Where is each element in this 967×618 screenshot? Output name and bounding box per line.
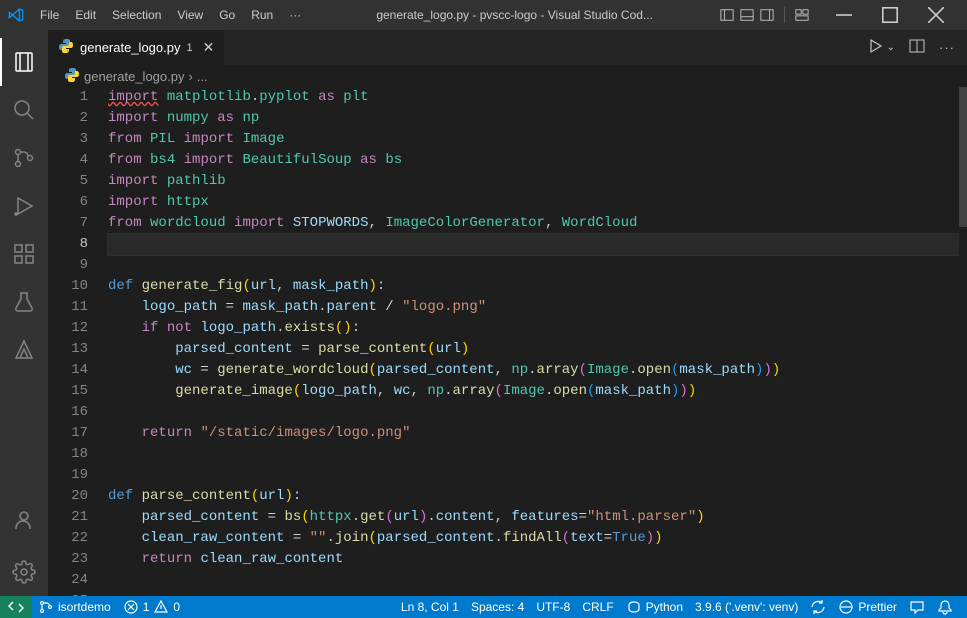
testing-view[interactable]	[0, 278, 48, 326]
layout-controls	[720, 7, 809, 23]
menu-run[interactable]: Run	[243, 0, 281, 30]
main-area: generate_logo.py 1 ✕ ⌄ ··· generate_logo…	[0, 30, 967, 596]
scrollbar[interactable]	[959, 87, 967, 596]
breadcrumbs[interactable]: generate_logo.py › ...	[48, 65, 967, 87]
source-control-view[interactable]	[0, 134, 48, 182]
menu-go[interactable]: Go	[211, 0, 243, 30]
python-file-icon	[64, 67, 80, 86]
error-count: 1	[143, 600, 150, 614]
window-title: generate_logo.py - pvscc-logo - Visual S…	[309, 8, 720, 22]
git-branch[interactable]: isortdemo	[32, 596, 117, 618]
customize-layout-icon[interactable]	[795, 8, 809, 22]
statusbar: isortdemo 1 0 Ln 8, Col 1 Spaces: 4 UTF-…	[0, 596, 967, 618]
close-tab-icon[interactable]: ✕	[203, 39, 215, 56]
settings-view[interactable]	[0, 548, 48, 596]
menu-bar: File Edit Selection View Go Run ···	[32, 0, 309, 30]
toggle-sidebar-right-icon[interactable]	[760, 8, 774, 22]
split-editor-icon[interactable]	[909, 38, 925, 57]
menu-edit[interactable]: Edit	[67, 0, 104, 30]
toggle-panel-icon[interactable]	[740, 8, 754, 22]
cursor-position[interactable]: Ln 8, Col 1	[395, 596, 465, 618]
separator	[784, 7, 785, 23]
editor-region: generate_logo.py 1 ✕ ⌄ ··· generate_logo…	[48, 30, 967, 596]
run-icon[interactable]	[867, 38, 883, 57]
menu-view[interactable]: View	[169, 0, 211, 30]
breadcrumb-ellipsis[interactable]: ...	[197, 69, 208, 84]
code-content[interactable]: import matplotlib.pyplot as pltimport nu…	[108, 87, 967, 596]
warning-count: 0	[173, 600, 180, 614]
remote-indicator[interactable]	[0, 596, 32, 618]
editor-tab[interactable]: generate_logo.py 1 ✕	[48, 30, 225, 65]
menu-selection[interactable]: Selection	[104, 0, 169, 30]
extensions-view[interactable]	[0, 230, 48, 278]
azure-view[interactable]	[0, 326, 48, 374]
feedback-icon[interactable]	[903, 596, 931, 618]
problems-status[interactable]: 1 0	[117, 596, 186, 618]
encoding[interactable]: UTF-8	[530, 596, 576, 618]
line-gutter: 1234567891011121314151617181920212223242…	[48, 87, 108, 596]
language-mode[interactable]: Python	[620, 596, 689, 618]
tab-bar-actions: ⌄ ···	[867, 30, 967, 65]
breadcrumb-file[interactable]: generate_logo.py	[84, 69, 184, 84]
maximize-button[interactable]	[867, 0, 913, 30]
menu-overflow[interactable]: ···	[281, 0, 309, 30]
close-button[interactable]	[913, 0, 959, 30]
notifications-icon[interactable]	[931, 596, 959, 618]
indentation[interactable]: Spaces: 4	[465, 596, 530, 618]
python-interpreter[interactable]: 3.9.6 ('.venv': venv)	[689, 596, 804, 618]
tab-bar: generate_logo.py 1 ✕ ⌄ ···	[48, 30, 967, 65]
breadcrumb-sep: ›	[188, 69, 192, 84]
menu-file[interactable]: File	[32, 0, 67, 30]
scrollbar-thumb[interactable]	[959, 87, 967, 227]
toggle-sidebar-icon[interactable]	[720, 8, 734, 22]
prettier-status[interactable]: Prettier	[832, 596, 903, 618]
branch-name: isortdemo	[58, 600, 111, 614]
statusbar-right: Ln 8, Col 1 Spaces: 4 UTF-8 CRLF Python …	[395, 596, 959, 618]
activity-bar	[0, 30, 48, 596]
modified-indicator: 1	[186, 42, 192, 54]
accounts-view[interactable]	[0, 496, 48, 544]
editor-body[interactable]: 1234567891011121314151617181920212223242…	[48, 87, 967, 596]
search-view[interactable]	[0, 86, 48, 134]
window-controls	[821, 0, 959, 30]
eol[interactable]: CRLF	[576, 596, 619, 618]
sync-icon[interactable]	[804, 596, 832, 618]
run-debug-view[interactable]	[0, 182, 48, 230]
titlebar: File Edit Selection View Go Run ··· gene…	[0, 0, 967, 30]
prettier-label: Prettier	[858, 600, 897, 614]
minimize-button[interactable]	[821, 0, 867, 30]
language-label: Python	[646, 600, 683, 614]
more-actions-icon[interactable]: ···	[939, 40, 955, 55]
explorer-view[interactable]	[0, 38, 48, 86]
python-file-icon	[58, 38, 74, 57]
vscode-icon	[8, 7, 24, 23]
tab-filename: generate_logo.py	[80, 40, 180, 55]
run-dropdown-icon[interactable]: ⌄	[887, 42, 895, 53]
